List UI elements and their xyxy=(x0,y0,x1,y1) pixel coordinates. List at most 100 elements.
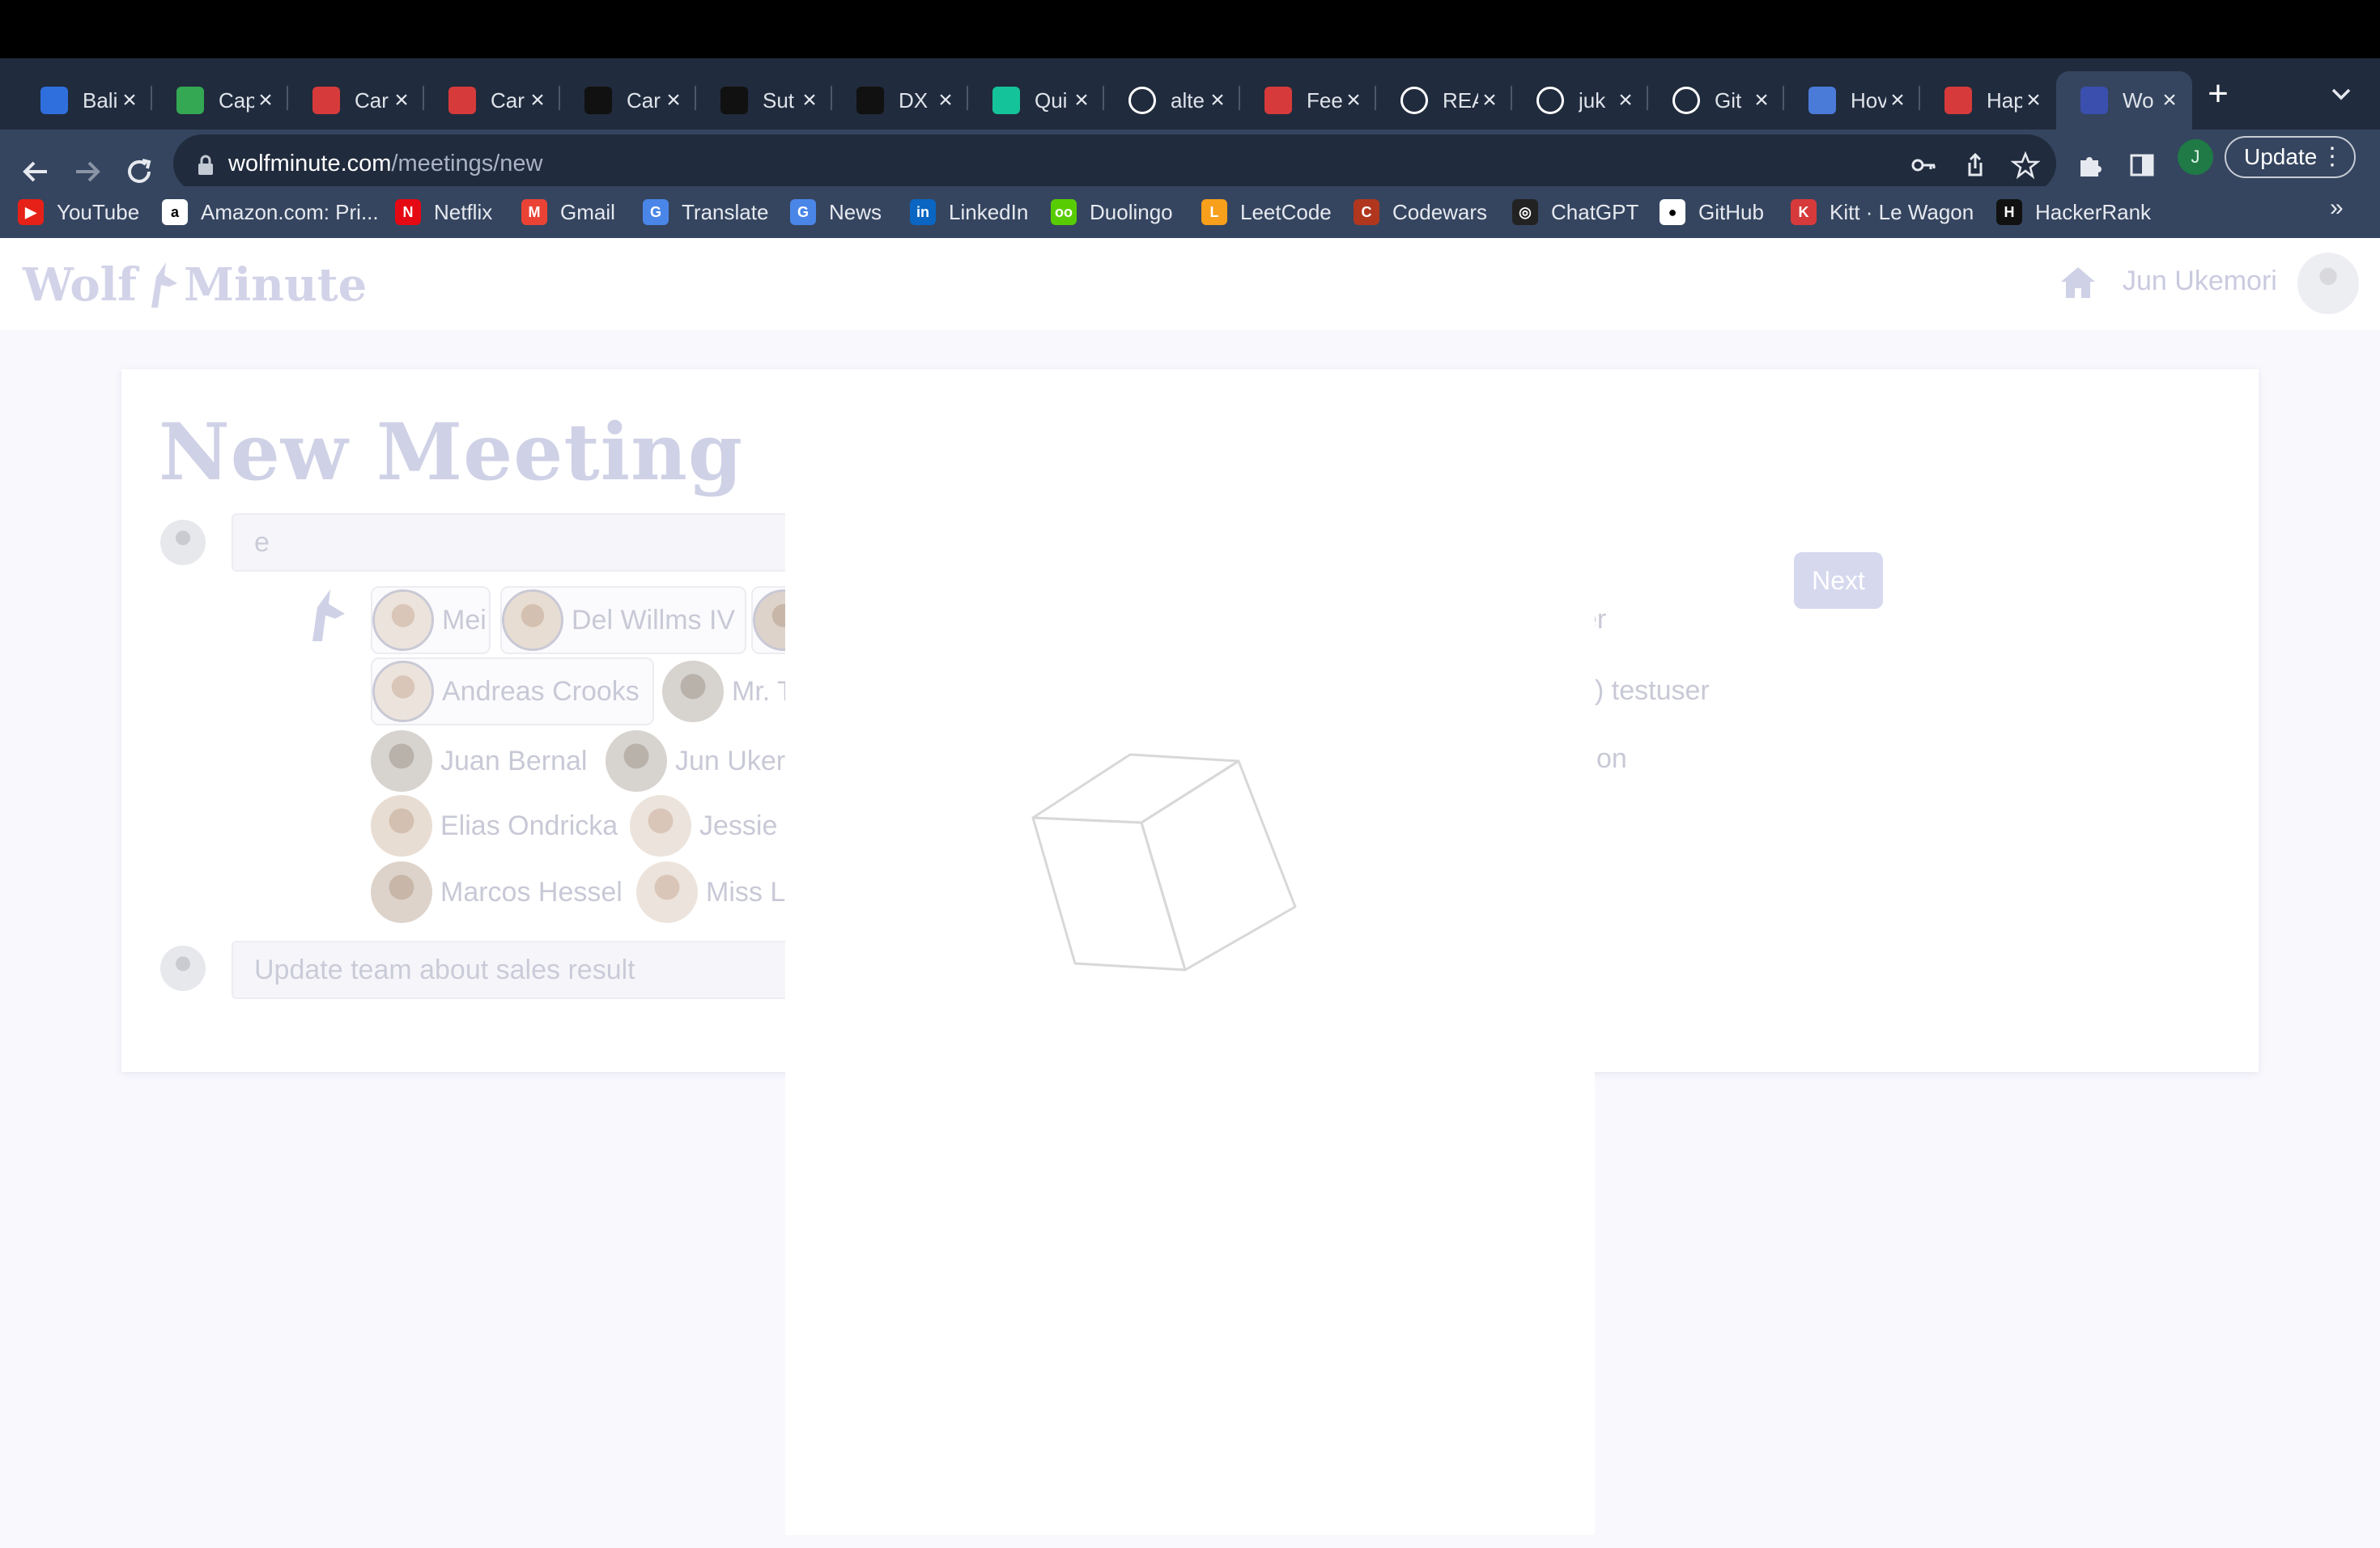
bookmark-star-icon[interactable] xyxy=(2011,151,2040,180)
browser-tab[interactable]: Car × xyxy=(288,71,424,130)
browser-tab[interactable]: DX × xyxy=(832,71,968,130)
browser-tab[interactable]: Fee × xyxy=(1240,71,1376,130)
tab-title: Git xyxy=(1715,87,1742,113)
person-avatar xyxy=(636,861,698,923)
bookmark-item[interactable]: C Codewars xyxy=(1354,196,1487,228)
bookmark-item[interactable]: G Translate xyxy=(643,196,768,228)
bookmark-item[interactable]: N Netflix xyxy=(395,196,492,228)
bookmark-item[interactable]: in LinkedIn xyxy=(910,196,1028,228)
person-option-jessie[interactable]: Jessie xyxy=(630,792,777,860)
update-button[interactable]: Update ⋮ xyxy=(2225,136,2356,178)
person-chip-andreas-crooks[interactable]: Andreas Crooks xyxy=(371,657,654,725)
tab-title: REA xyxy=(1443,87,1478,113)
browser-tab[interactable]: Wo × xyxy=(2056,71,2192,130)
person-option-mr-t[interactable]: Mr. T xyxy=(662,657,794,725)
close-tab-icon[interactable]: × xyxy=(387,86,416,115)
close-tab-icon[interactable]: × xyxy=(115,86,144,115)
bookmark-item[interactable]: ◎ ChatGPT xyxy=(1512,196,1638,228)
close-tab-icon[interactable]: × xyxy=(795,86,824,115)
tab-search-chevron-icon[interactable] xyxy=(2325,78,2357,110)
wolfminute-logo[interactable]: Wolf Minute xyxy=(23,254,367,316)
close-tab-icon[interactable]: × xyxy=(2155,86,2184,115)
bookmark-item[interactable]: G News xyxy=(790,196,882,228)
next-button[interactable]: Next xyxy=(1794,552,1883,609)
browser-tab[interactable]: Car × xyxy=(560,71,696,130)
close-tab-icon[interactable]: × xyxy=(659,86,688,115)
close-tab-icon[interactable]: × xyxy=(2019,86,2048,115)
tab-title: Car xyxy=(627,87,661,113)
close-tab-icon[interactable]: × xyxy=(1883,86,1912,115)
side-panel-icon[interactable] xyxy=(2127,151,2157,180)
lock-icon[interactable] xyxy=(191,151,220,180)
close-tab-icon[interactable]: × xyxy=(1203,86,1232,115)
browser-profile-avatar[interactable]: J xyxy=(2178,139,2213,175)
person-option-partial-right-3[interactable]: on xyxy=(1596,743,1627,775)
back-arrow-icon[interactable] xyxy=(16,152,55,191)
tab-title: Qui xyxy=(1035,87,1068,113)
share-icon[interactable] xyxy=(1961,151,1990,180)
browser-tab[interactable]: Sut × xyxy=(696,71,832,130)
reload-icon[interactable] xyxy=(120,152,159,191)
person-name: Marcos Hessel xyxy=(440,876,623,908)
browser-tab[interactable]: Car × xyxy=(424,71,560,130)
google-icon xyxy=(1128,87,1156,114)
bookmark-item[interactable]: H HackerRank xyxy=(1996,196,2151,228)
maps-pin-icon xyxy=(176,87,204,114)
bookmark-label: Codewars xyxy=(1392,199,1488,224)
close-tab-icon[interactable]: × xyxy=(1611,86,1640,115)
close-tab-icon[interactable]: × xyxy=(1475,86,1504,115)
person-name: Jun Uker xyxy=(675,745,786,776)
heart-icon xyxy=(1944,87,1972,114)
close-tab-icon[interactable]: × xyxy=(523,86,552,115)
person-option-partial-right-2[interactable]: ) testuser xyxy=(1595,675,1710,707)
person-avatar xyxy=(371,730,432,792)
bookmark-label: Amazon.com: Pri... xyxy=(201,199,379,224)
person-name: Mei xyxy=(442,604,487,636)
close-tab-icon[interactable]: × xyxy=(1067,86,1096,115)
close-tab-icon[interactable]: × xyxy=(251,86,280,115)
bookmark-item[interactable]: L LeetCode xyxy=(1201,196,1332,228)
person-option-juan-bernal[interactable]: Juan Bernal xyxy=(371,727,587,795)
forward-arrow-icon[interactable] xyxy=(68,152,107,191)
browser-tab[interactable]: Bali × xyxy=(16,71,152,130)
bookmark-item[interactable]: oo Duolingo xyxy=(1051,196,1173,228)
user-name[interactable]: Jun Ukemori xyxy=(2123,266,2277,297)
bookmark-item[interactable]: K Kitt · Le Wagon xyxy=(1791,196,1974,228)
person-option-jun-ukemori[interactable]: Jun Uker xyxy=(606,727,785,795)
browser-tab[interactable]: Qui × xyxy=(968,71,1104,130)
close-tab-icon[interactable]: × xyxy=(1747,86,1776,115)
person-option-elias-ondricka[interactable]: Elias Ondricka xyxy=(371,792,618,860)
wolf-icon xyxy=(2080,87,2108,114)
person-option-miss-l[interactable]: Miss L xyxy=(636,858,785,926)
browser-tab[interactable]: juk × xyxy=(1512,71,1648,130)
close-tab-icon[interactable]: × xyxy=(931,86,960,115)
site-icon xyxy=(720,87,748,114)
loading-modal xyxy=(785,508,1595,1535)
person-option-marcos-hessel[interactable]: Marcos Hessel xyxy=(371,858,623,926)
person-chip-del-willms-iv[interactable]: Del Willms IV xyxy=(500,586,746,654)
browser-tab[interactable]: alte × xyxy=(1104,71,1240,130)
browser-tab[interactable]: Hap × xyxy=(1920,71,2056,130)
new-tab-button[interactable]: + xyxy=(2199,74,2238,113)
kebab-menu-icon[interactable]: ⋮ xyxy=(2320,138,2344,176)
bookmark-item[interactable]: ● GitHub xyxy=(1660,196,1764,228)
user-avatar[interactable] xyxy=(2297,253,2359,314)
bookmark-item[interactable]: ▶ YouTube xyxy=(18,196,139,228)
browser-tab[interactable]: Cap × xyxy=(152,71,288,130)
bookmark-item[interactable]: a Amazon.com: Pri... xyxy=(162,196,379,228)
wolf-head-icon xyxy=(312,589,345,641)
browser-tab[interactable]: Hov × xyxy=(1784,71,1920,130)
tab-title: Wo xyxy=(2123,87,2154,113)
browser-tab[interactable]: Git × xyxy=(1648,71,1784,130)
extensions-puzzle-icon[interactable] xyxy=(2076,151,2105,180)
close-tab-icon[interactable]: × xyxy=(1339,86,1368,115)
browser-tab[interactable]: REA× xyxy=(1376,71,1512,130)
key-icon[interactable] xyxy=(1909,151,1938,180)
home-icon[interactable] xyxy=(2058,262,2098,303)
leetcode-icon: L xyxy=(1201,199,1227,225)
person-chip-mei[interactable]: Mei xyxy=(371,586,491,654)
bookmarks-overflow-button[interactable]: » xyxy=(2330,194,2344,222)
bookmark-item[interactable]: M Gmail xyxy=(521,196,615,228)
tab-title: Hap xyxy=(1987,87,2022,113)
url-text[interactable]: wolfminute.com/meetings/new xyxy=(228,142,542,185)
